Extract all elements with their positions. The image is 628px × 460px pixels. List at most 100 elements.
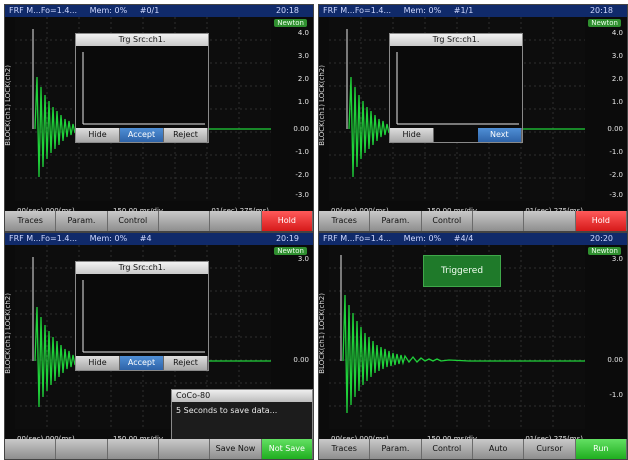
- y-tick: 3.0: [611, 52, 623, 60]
- y-tick: -1.0: [295, 148, 309, 156]
- dialog-preview: [82, 280, 205, 353]
- screen-panel-3: FRF M...Fo=1.4... Mem: 0% #4 20:19 Newto…: [4, 232, 314, 460]
- y-tick: 2.0: [297, 75, 309, 83]
- memory-usage: Mem: 0%: [89, 6, 128, 15]
- screen-panel-1: FRF M...Fo=1.4... Mem: 0% #0/1 20:18 New…: [4, 4, 314, 232]
- y-tick: 3.0: [297, 255, 309, 263]
- y-tick: -2.0: [295, 171, 309, 179]
- next-button[interactable]: Next: [477, 128, 522, 142]
- softkey-bar: Traces Param. Control Auto Cursor Run: [319, 439, 627, 459]
- softkey-bar: Traces Param. Control Hold: [5, 211, 313, 231]
- control-button[interactable]: Control: [421, 211, 473, 231]
- param-button[interactable]: Param.: [56, 211, 108, 231]
- y-axis-label: BLOCK(ch1) LOCK(ch2): [4, 65, 12, 146]
- softkey-blank[interactable]: [524, 211, 576, 231]
- dialog-title: Trg Src:ch1.: [76, 262, 208, 274]
- hold-button[interactable]: Hold: [575, 211, 627, 231]
- y-tick: 4.0: [297, 29, 309, 37]
- popup-title: CoCo-80: [172, 390, 312, 402]
- dialog-button-spacer: [434, 128, 478, 142]
- y-tick: -1.0: [609, 148, 623, 156]
- hide-button[interactable]: Hide: [76, 356, 120, 370]
- softkey-bar: Traces Param. Control Hold: [319, 211, 627, 231]
- trigger-dialog: Trg Src:ch1. Hide Next: [389, 33, 523, 143]
- record-index: #1/1: [453, 6, 474, 15]
- dialog-preview: [396, 52, 519, 125]
- y-tick: 0.00: [293, 125, 309, 133]
- softkey-blank[interactable]: [5, 439, 57, 459]
- y-tick: -2.0: [609, 171, 623, 179]
- clock: 20:20: [589, 234, 613, 243]
- reject-button[interactable]: Reject: [164, 128, 208, 142]
- dialog-title: Trg Src:ch1.: [390, 34, 522, 46]
- triggered-indicator: Triggered: [423, 255, 501, 287]
- dialog-preview: [82, 52, 205, 125]
- param-button[interactable]: Param.: [370, 439, 422, 459]
- status-bar: FRF M...Fo=1.4... Mem: 0% #4/4 20:20: [319, 233, 627, 245]
- memory-usage: Mem: 0%: [403, 6, 442, 15]
- trigger-dialog: Trg Src:ch1. Hide Accept Reject: [75, 261, 209, 371]
- y-tick: 4.0: [611, 29, 623, 37]
- dialog-title: Trg Src:ch1.: [76, 34, 208, 46]
- auto-button[interactable]: Auto: [472, 439, 525, 459]
- y-tick: 2.0: [611, 75, 623, 83]
- status-bar: FRF M...Fo=1.4... Mem: 0% #0/1 20:18: [5, 5, 313, 17]
- unit-badge: Newton: [274, 247, 307, 255]
- control-button[interactable]: Control: [107, 211, 159, 231]
- y-tick: -3.0: [609, 191, 623, 199]
- trace-title: FRF M...Fo=1.4...: [323, 234, 392, 243]
- unit-badge: Newton: [588, 19, 621, 27]
- traces-button[interactable]: Traces: [319, 211, 371, 231]
- y-axis-label: BLOCK(ch1) LOCK(ch2): [4, 293, 12, 374]
- y-tick: 0.00: [293, 356, 309, 364]
- reject-button[interactable]: Reject: [164, 356, 208, 370]
- record-index: #4: [139, 234, 152, 243]
- clock: 20:18: [275, 6, 299, 15]
- y-axis-label: BLOCK(ch1) LOCK(ch2): [318, 293, 326, 374]
- softkey-blank[interactable]: [210, 211, 262, 231]
- hold-button[interactable]: Hold: [261, 211, 313, 231]
- unit-badge: Newton: [274, 19, 307, 27]
- traces-button[interactable]: Traces: [5, 211, 57, 231]
- y-tick: 1.0: [297, 98, 309, 106]
- accept-button[interactable]: Accept: [120, 128, 164, 142]
- trace-title: FRF M...Fo=1.4...: [9, 6, 78, 15]
- trigger-dialog: Trg Src:ch1. Hide Accept Reject: [75, 33, 209, 143]
- y-tick: 0.00: [607, 356, 623, 364]
- not-save-button[interactable]: Not Save: [261, 439, 313, 459]
- save-data-popup: CoCo-80 5 Seconds to save data...: [171, 389, 313, 441]
- hide-button[interactable]: Hide: [76, 128, 120, 142]
- y-axis-label: BLOCK(ch1) LOCK(ch2): [318, 65, 326, 146]
- memory-usage: Mem: 0%: [89, 234, 128, 243]
- popup-message: 5 Seconds to save data...: [176, 406, 278, 415]
- clock: 20:18: [589, 6, 613, 15]
- softkey-blank[interactable]: [107, 439, 159, 459]
- traces-button[interactable]: Traces: [319, 439, 371, 459]
- y-tick: -3.0: [295, 191, 309, 199]
- screen-panel-2: FRF M...Fo=1.4... Mem: 0% #1/1 20:18 New…: [318, 4, 628, 232]
- softkey-blank[interactable]: [56, 439, 108, 459]
- softkey-blank[interactable]: [158, 439, 211, 459]
- record-index: #4/4: [453, 234, 474, 243]
- status-bar: FRF M...Fo=1.4... Mem: 0% #1/1 20:18: [319, 5, 627, 17]
- response-trace: [342, 294, 585, 414]
- record-index: #0/1: [139, 6, 160, 15]
- hide-button[interactable]: Hide: [390, 128, 435, 142]
- accept-button[interactable]: Accept: [120, 356, 164, 370]
- softkey-blank[interactable]: [158, 211, 211, 231]
- screen-panel-4: FRF M...Fo=1.4... Mem: 0% #4/4 20:20 New…: [318, 232, 628, 460]
- clock: 20:19: [275, 234, 299, 243]
- trace-title: FRF M...Fo=1.4...: [9, 234, 78, 243]
- y-tick: 0.00: [607, 125, 623, 133]
- cursor-button[interactable]: Cursor: [524, 439, 576, 459]
- control-button[interactable]: Control: [421, 439, 473, 459]
- status-bar: FRF M...Fo=1.4... Mem: 0% #4 20:19: [5, 233, 313, 245]
- save-now-button[interactable]: Save Now: [210, 439, 262, 459]
- memory-usage: Mem: 0%: [403, 234, 442, 243]
- param-button[interactable]: Param.: [370, 211, 422, 231]
- run-button[interactable]: Run: [575, 439, 627, 459]
- softkey-blank[interactable]: [472, 211, 525, 231]
- y-tick: 3.0: [611, 255, 623, 263]
- trace-title: FRF M...Fo=1.4...: [323, 6, 392, 15]
- unit-badge: Newton: [588, 247, 621, 255]
